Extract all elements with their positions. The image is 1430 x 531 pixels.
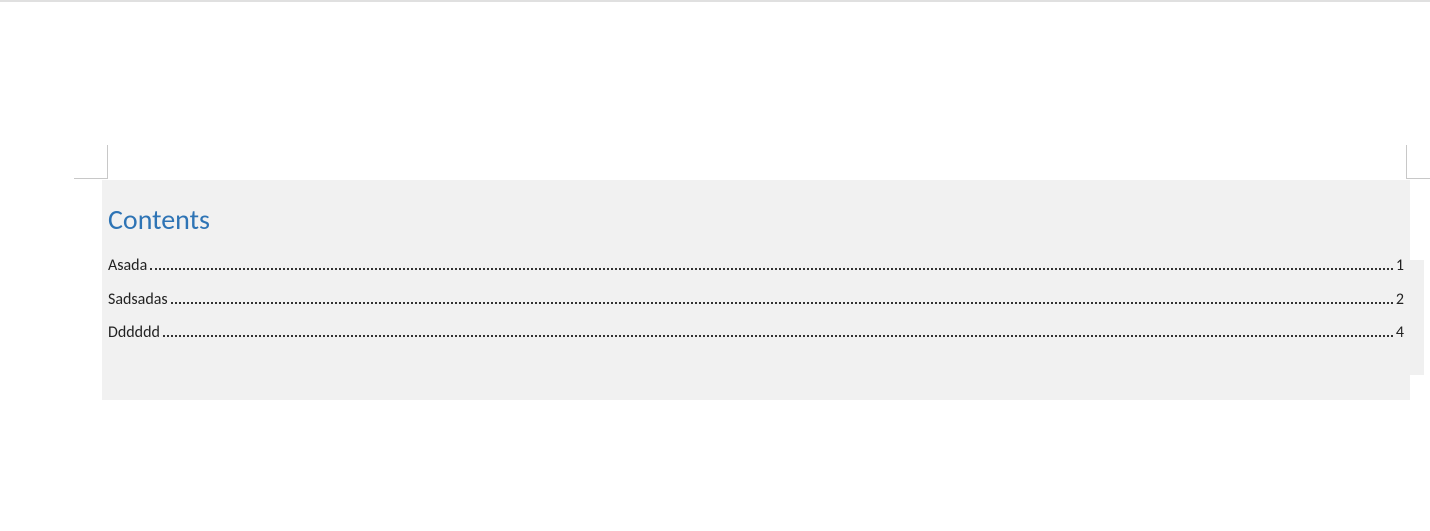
toc-entry-page[interactable]: 2 — [1396, 287, 1404, 313]
margin-corner-right — [1406, 145, 1430, 179]
toc-entry-page[interactable]: 1 — [1396, 253, 1404, 279]
toc-leader-dots — [163, 335, 1393, 337]
table-of-contents-field[interactable]: Contents Asada 1 Sadsadas 2 Dddddd 4 — [102, 180, 1410, 400]
toc-entry[interactable]: Dddddd 4 — [102, 316, 1410, 350]
toc-entry[interactable]: Sadsadas 2 — [102, 283, 1410, 317]
toc-heading[interactable]: Contents — [102, 202, 1410, 249]
margin-corner-left — [74, 145, 108, 179]
toc-entry-title[interactable]: Asada — [108, 253, 147, 279]
selection-highlight-overflow — [1410, 260, 1424, 375]
document-page[interactable]: Contents Asada 1 Sadsadas 2 Dddddd 4 — [0, 2, 1430, 531]
toc-entry-page[interactable]: 4 — [1396, 320, 1404, 346]
toc-leader-dots — [171, 302, 1393, 304]
toc-entry-title[interactable]: Dddddd — [108, 320, 160, 346]
toc-leader-dots — [150, 268, 1393, 270]
toc-entry-title[interactable]: Sadsadas — [108, 287, 168, 313]
toc-entry[interactable]: Asada 1 — [102, 249, 1410, 283]
